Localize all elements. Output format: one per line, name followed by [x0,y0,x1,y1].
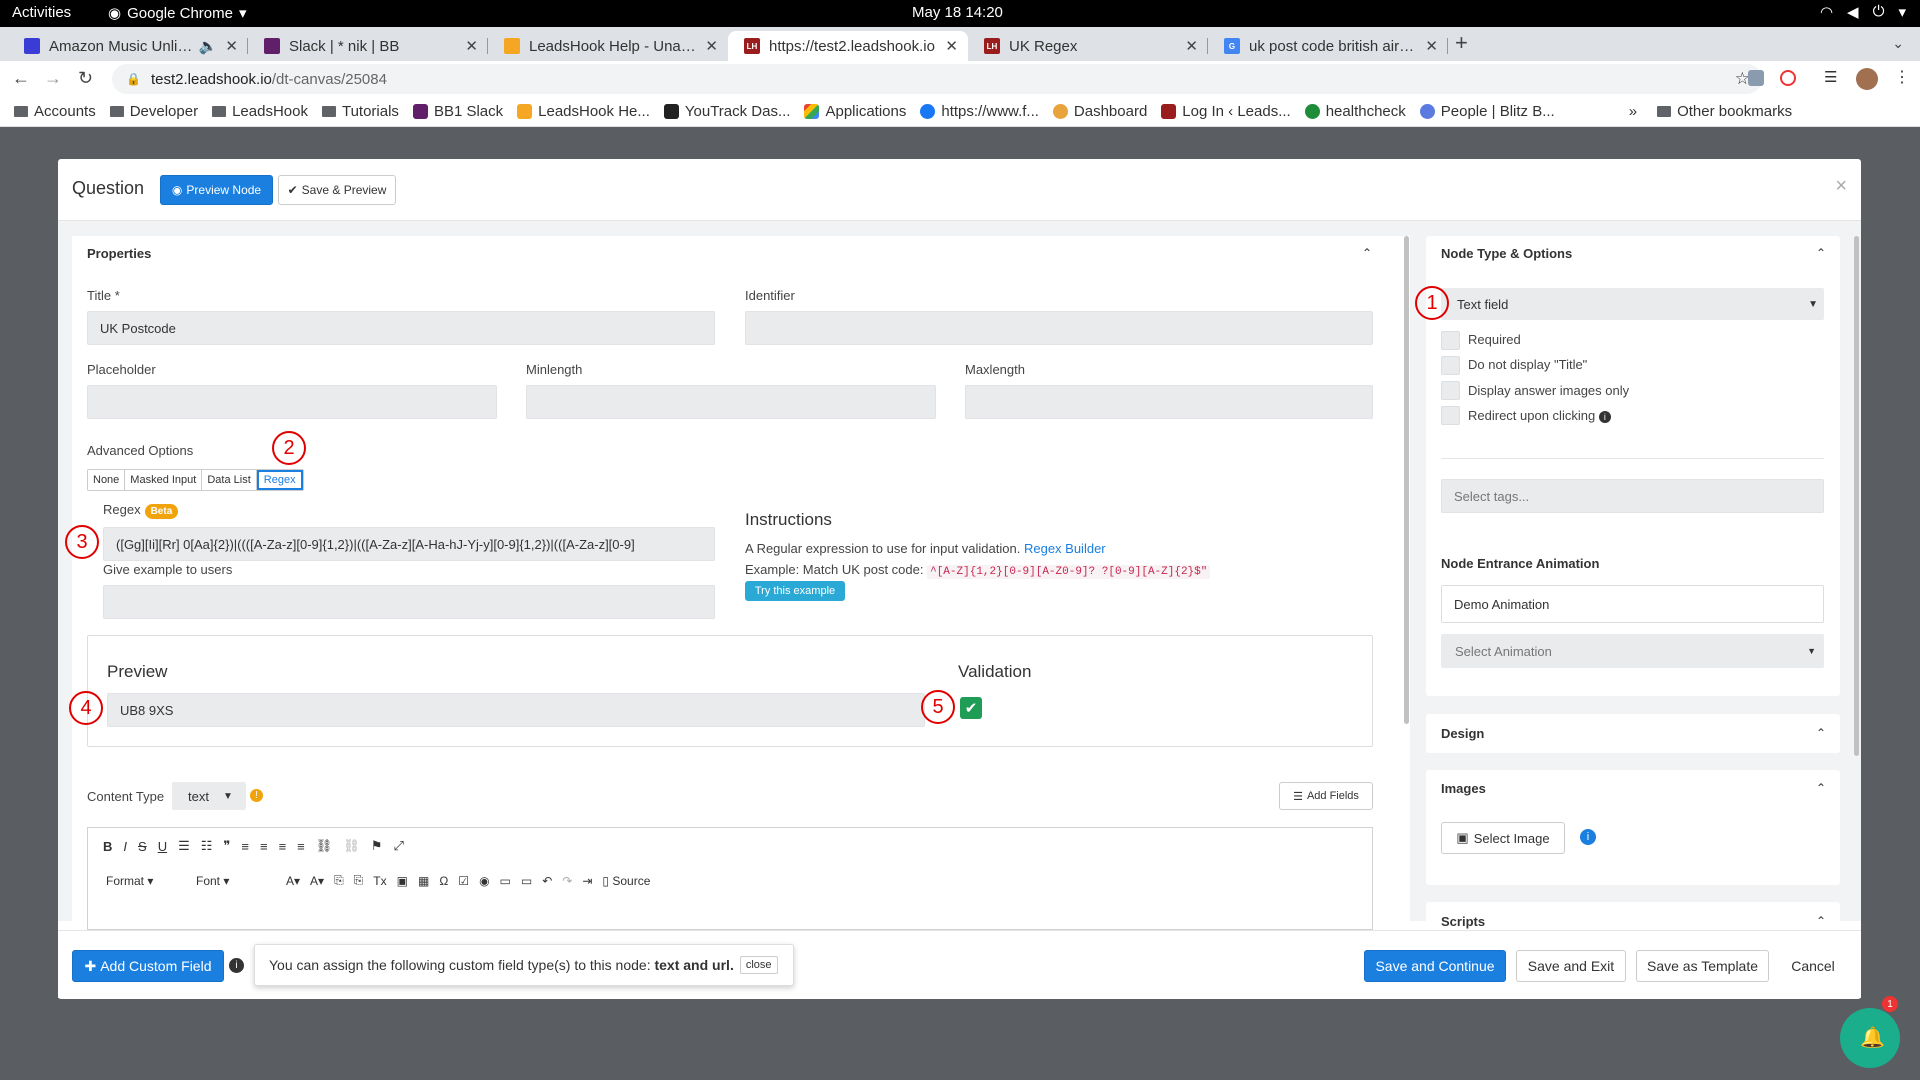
folder-icon [109,106,124,117]
bookmark-other[interactable]: Other bookmarks [1657,103,1792,120]
bookmark-accounts[interactable]: Accounts [14,103,96,120]
preview-node-button[interactable]: ◉ Preview Node [160,175,273,205]
media-icon[interactable]: ☰ [1824,68,1837,86]
close-icon[interactable]: ✕ [225,37,238,55]
close-icon[interactable]: ✕ [1185,37,1198,55]
bookmark-developer[interactable]: Developer [109,103,198,120]
healthcheck-icon [1304,104,1320,119]
bookmarks-bar: Accounts Developer LeadsHook Tutorials B… [0,97,1920,127]
power-icon: ⏻ [1872,3,1885,20]
slack-icon [264,38,280,54]
modal-title: Question [72,178,145,198]
leadshook-icon: LH [984,38,1000,54]
bookmark-overflow[interactable]: » [1629,103,1637,120]
folder-icon [212,106,227,117]
close-icon[interactable]: ✕ [945,37,958,55]
chrome-icon: ◉ [108,5,122,22]
amazon-music-icon [24,38,40,54]
wifi-icon: ◠ [1819,4,1834,21]
apps-grid-icon [804,104,820,119]
close-icon[interactable]: ✕ [705,37,718,55]
folder-icon [14,106,28,117]
volume-icon: ◀ [1847,4,1859,21]
bookmark-leadshook[interactable]: LeadsHook [212,103,308,120]
back-arrow-icon[interactable]: ← [12,68,30,89]
menu-icon[interactable]: ⋮ [1894,67,1910,87]
speaker-icon: 🔈 [198,38,218,55]
question-modal: Question ◉ Preview Node ✔ Save & Preview ×… [58,159,1861,999]
forward-arrow-icon[interactable]: → [44,68,62,89]
people-icon [1419,104,1435,119]
bookmark-healthcheck[interactable]: healthcheck [1304,103,1406,120]
tab-search-icon[interactable]: ⌄ [1892,35,1904,52]
bookmark-tutorials[interactable]: Tutorials [321,103,399,120]
tab-leadshook-help[interactable]: LeadsHook Help - Unassig ✕ [488,31,728,61]
eye-icon: ◉ [171,183,183,197]
folder-icon [1657,106,1672,117]
dashboard-icon [1052,104,1068,119]
extension-icon[interactable] [1780,70,1796,86]
modal-body: Properties ⌃ Title * UK Postcode Identif… [58,221,1861,921]
close-icon[interactable]: ✕ [465,37,478,55]
folder-icon [321,106,336,117]
close-icon[interactable]: ✕ [1425,37,1438,55]
leadshook-help-icon [517,104,533,119]
caret-down-icon: ▾ [1898,4,1906,21]
check-icon: ✔ [287,183,298,197]
browser-toolbar: ← → ↻ 🔒 test2.leadshook.io/dt-canvas/250… [0,61,1920,97]
modal-header: Question ◉ Preview Node ✔ Save & Preview × [58,159,1861,221]
system-tray[interactable]: ◠ ◀ ⏻ ▾ [1820,3,1906,21]
clock[interactable]: May 18 14:20 [912,4,1003,21]
reload-icon[interactable]: ↻ [78,68,93,89]
tab-test2-leadshook[interactable]: LH https://test2.leadshook.io ✕ [728,31,968,61]
bookmark-leadshook-help[interactable]: LeadsHook He... [517,103,650,120]
save-preview-button[interactable]: ✔ Save & Preview [278,175,396,205]
tab-uk-regex[interactable]: LH UK Regex ✕ [968,31,1208,61]
system-top-bar: Activities ◉ Google Chrome ▾ May 18 14:20 … [0,0,1920,27]
app-menu[interactable]: ◉ Google Chrome ▾ [108,4,247,23]
bookmark-login[interactable]: Log In ‹ Leads... [1161,103,1291,120]
extension-icon[interactable] [1748,70,1764,86]
leadshook-icon: LH [744,38,760,54]
youtrack-icon [663,104,679,119]
tab-amazon-music[interactable]: Amazon Music Unlimit 🔈 ✕ [8,31,248,61]
tab-slack[interactable]: Slack | * nik | BB ✕ [248,31,488,61]
facebook-icon [920,104,936,119]
slack-icon [412,104,428,119]
google-icon: G [1224,38,1240,54]
leadshook-icon [1161,104,1177,119]
close-icon[interactable]: × [1835,175,1847,198]
browser-tab-strip: Amazon Music Unlimit 🔈 ✕ Slack | * nik | B… [0,27,1920,61]
bookmark-facebook[interactable]: https://www.f... [920,103,1039,120]
tab-google-search[interactable]: Guk post code british airwa ✕ [1208,31,1448,61]
lock-icon: 🔒 [126,72,141,86]
avatar[interactable] [1856,68,1878,90]
address-bar[interactable]: 🔒 test2.leadshook.io/dt-canvas/25084 ☆ [112,64,1762,94]
bookmark-applications[interactable]: Applications [804,103,906,120]
new-tab-button[interactable]: + [1455,30,1468,56]
bookmark-bb1-slack[interactable]: BB1 Slack [412,103,503,120]
bookmark-dashboard[interactable]: Dashboard [1052,103,1147,120]
activities-button[interactable]: Activities [12,4,71,21]
leadshook-help-icon [504,38,520,54]
bookmark-people[interactable]: People | Blitz B... [1419,103,1555,120]
caret-down-icon: ▾ [238,5,247,22]
bookmark-youtrack[interactable]: YouTrack Das... [663,103,790,120]
